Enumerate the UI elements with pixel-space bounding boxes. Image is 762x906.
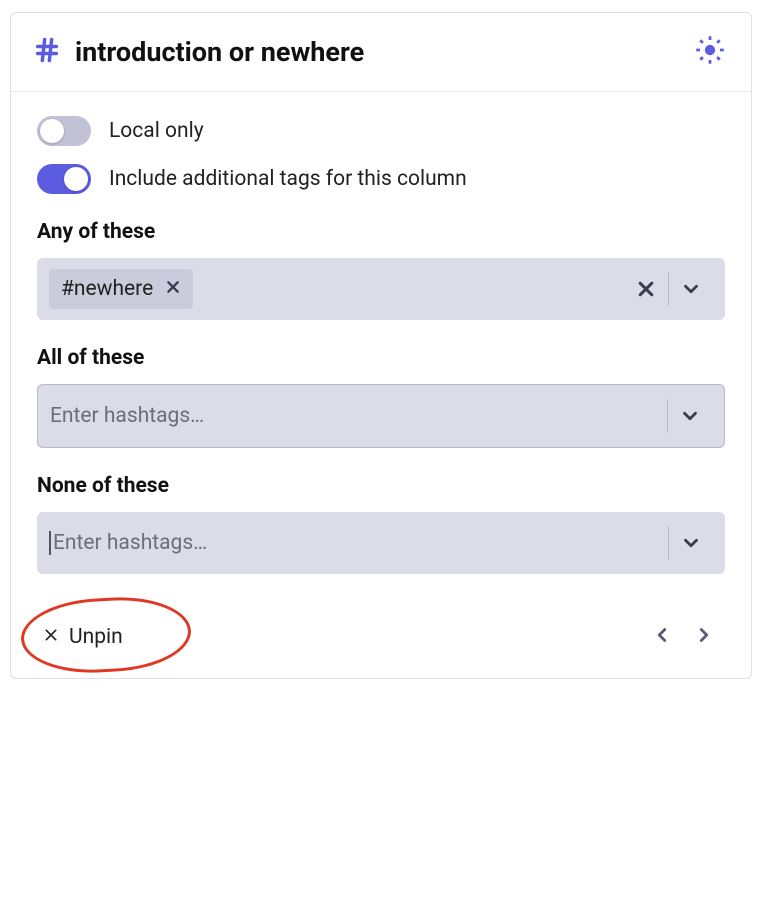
column-header: introduction or newhere — [11, 13, 751, 92]
toggle-row-include-additional: Include additional tags for this column — [37, 164, 725, 194]
any-section-label: Any of these — [37, 220, 725, 244]
any-input-controls — [624, 268, 713, 310]
move-right-button[interactable] — [683, 618, 725, 656]
clear-any-button[interactable] — [624, 268, 668, 310]
chevron-down-icon — [680, 278, 702, 300]
column-settings-panel: Local only Include additional tags for t… — [11, 92, 751, 590]
all-input-controls — [667, 395, 712, 437]
all-placeholder: Enter hashtags… — [50, 404, 204, 428]
close-icon — [43, 625, 59, 649]
unpin-button[interactable]: Unpin — [37, 621, 129, 653]
move-left-button[interactable] — [641, 618, 683, 656]
hashtag-column-settings: introduction or newhere Local only Inclu… — [10, 12, 752, 679]
any-dropdown-button[interactable] — [669, 268, 713, 310]
include-additional-toggle[interactable] — [37, 164, 91, 194]
none-dropdown-button[interactable] — [669, 522, 713, 564]
unpin-label: Unpin — [69, 625, 123, 649]
settings-button[interactable] — [691, 31, 729, 73]
all-section-label: All of these — [37, 346, 725, 370]
column-footer: Unpin — [11, 590, 751, 678]
chevron-right-icon — [693, 624, 715, 646]
close-icon — [636, 279, 656, 299]
hashtag-icon — [33, 36, 61, 68]
none-tags-input[interactable]: Enter hashtags… — [37, 512, 725, 574]
include-additional-label: Include additional tags for this column — [109, 167, 467, 191]
any-tags-input[interactable]: #newhere — [37, 258, 725, 320]
remove-tag-button[interactable] — [165, 277, 181, 301]
all-dropdown-button[interactable] — [668, 395, 712, 437]
tag-chip-text: #newhere — [61, 277, 153, 301]
chevron-down-icon — [680, 532, 702, 554]
close-icon — [165, 279, 181, 295]
tag-chip-newhere: #newhere — [49, 269, 193, 309]
all-tags-input[interactable]: Enter hashtags… — [37, 384, 725, 448]
local-only-toggle[interactable] — [37, 116, 91, 146]
column-title: introduction or newhere — [75, 36, 691, 68]
chevron-left-icon — [651, 624, 673, 646]
none-input-controls — [668, 522, 713, 564]
none-placeholder: Enter hashtags… — [49, 531, 207, 555]
chevron-down-icon — [679, 405, 701, 427]
local-only-label: Local only — [109, 119, 204, 143]
none-section-label: None of these — [37, 474, 725, 498]
gear-icon — [695, 35, 725, 65]
toggle-row-local-only: Local only — [37, 116, 725, 146]
